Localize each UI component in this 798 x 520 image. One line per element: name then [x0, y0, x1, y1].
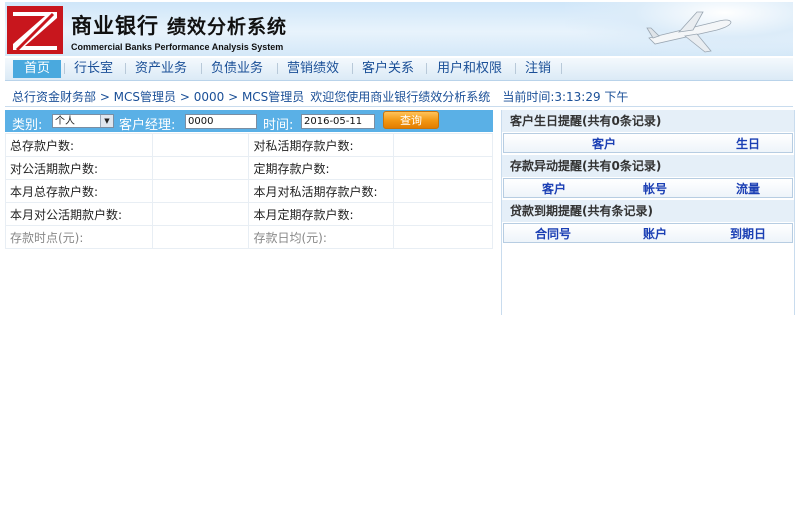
- stat-label: 本月对公活期款户数:: [5, 202, 153, 226]
- table-row: 对公活期款户数: 定期存款户数:: [5, 156, 493, 180]
- column-header-birthday: 生日: [736, 137, 761, 151]
- stat-label: 总存款户数:: [5, 133, 153, 157]
- current-time-value: 3:13:29 下午: [554, 90, 629, 104]
- column-header-due-date: 到期日: [730, 227, 767, 241]
- stat-label: 对公活期款户数:: [5, 156, 153, 180]
- current-time-label: 当前时间:: [502, 90, 555, 104]
- table-row: 总存款户数: 对私活期存款户数:: [5, 133, 493, 157]
- stat-label: 本月对私活期存款户数:: [248, 179, 395, 203]
- nav-separator: [201, 63, 202, 74]
- category-selected-value: 个人: [55, 116, 75, 127]
- divider: [5, 106, 793, 107]
- stat-value: [393, 156, 493, 180]
- stat-label: 本月定期存款户数:: [248, 202, 395, 226]
- manager-input[interactable]: 0000: [185, 114, 257, 129]
- bank-logo: [7, 6, 63, 54]
- column-header-account: 帐号: [643, 182, 668, 196]
- stat-label: 本月总存款户数:: [5, 179, 153, 203]
- header-banner: 商业银行 绩效分析系统 Commercial Banks Performance …: [5, 2, 793, 56]
- stat-value: [393, 225, 493, 249]
- date-input[interactable]: 2016-05-11: [301, 114, 375, 129]
- nav-separator: [352, 63, 353, 74]
- nav-separator: [515, 63, 516, 74]
- filter-bar: 类别: 个人 ▼ 客户经理: 0000 时间: 2016-05-11 查询: [5, 110, 493, 133]
- query-button[interactable]: 查询: [383, 111, 439, 129]
- table-row: 存款时点(元): 存款日均(元):: [5, 225, 493, 249]
- column-header-customer: 客户: [592, 137, 617, 151]
- reminder-panel: 客户生日提醒(共有0条记录) 客户 生日 存款异动提醒(共有0条记录) 客户 帐…: [501, 110, 795, 315]
- stat-value: [393, 179, 493, 203]
- chevron-down-icon[interactable]: ▼: [100, 115, 113, 127]
- time-label: 时间:: [263, 118, 294, 133]
- nav-logout[interactable]: 注销: [525, 60, 551, 78]
- table-row: 本月总存款户数: 本月对私活期存款户数:: [5, 179, 493, 203]
- app-title-english: Commercial Banks Performance Analysis Sy…: [71, 42, 284, 52]
- nav-president-office[interactable]: 行长室: [74, 60, 113, 78]
- stat-value: [151, 133, 250, 157]
- manager-label: 客户经理:: [119, 118, 176, 133]
- nav-liability-business[interactable]: 负债业务: [211, 60, 263, 78]
- stat-value: [151, 179, 250, 203]
- loan-reminder-title: 贷款到期提醒(共有条记录): [502, 200, 794, 222]
- app-subtitle: 绩效分析系统: [167, 16, 288, 38]
- stat-value: [151, 225, 250, 249]
- category-select[interactable]: 个人 ▼: [52, 114, 114, 128]
- column-header-account: 账户: [643, 227, 668, 241]
- stat-label: 存款日均(元):: [248, 225, 395, 249]
- nav-asset-business[interactable]: 资产业务: [135, 60, 187, 78]
- stat-value: [393, 202, 493, 226]
- loan-table-header: 合同号 账户 到期日: [503, 223, 793, 243]
- deposit-stats-table: 总存款户数: 对私活期存款户数: 对公活期款户数: 定期存款户数: 本月总存款户…: [5, 133, 493, 249]
- birthday-reminder-title: 客户生日提醒(共有0条记录): [502, 110, 794, 132]
- nav-users-permissions[interactable]: 用户和权限: [437, 60, 502, 78]
- nav-separator: [561, 63, 562, 74]
- welcome-text: 欢迎您使用商业银行绩效分析系统: [310, 90, 491, 104]
- stat-label: 存款时点(元):: [5, 225, 153, 249]
- nav-customer-relations[interactable]: 客户关系: [362, 60, 414, 78]
- deposit-reminder-title: 存款异动提醒(共有0条记录): [502, 155, 794, 177]
- main-nav: 首页 行长室 资产业务 负债业务 营销绩效 客户关系 用户和权限 注销: [5, 58, 793, 81]
- breadcrumb-path[interactable]: 总行资金财务部 > MCS管理员 > 0000 > MCS管理员: [12, 90, 304, 104]
- nav-separator: [426, 63, 427, 74]
- column-header-flow: 流量: [736, 182, 761, 196]
- category-label: 类别:: [12, 118, 43, 133]
- stat-value: [151, 156, 250, 180]
- breadcrumb: 总行资金财务部 > MCS管理员 > 0000 > MCS管理员 欢迎您使用商业银…: [12, 88, 628, 105]
- table-row: 本月对公活期款户数: 本月定期存款户数:: [5, 202, 493, 226]
- column-header-contract-no: 合同号: [535, 227, 572, 241]
- stat-label: 定期存款户数:: [248, 156, 395, 180]
- airplane-icon: [646, 11, 732, 53]
- stat-label: 对私活期存款户数:: [248, 133, 395, 157]
- stat-value: [393, 133, 493, 157]
- nav-home[interactable]: 首页: [13, 60, 61, 78]
- stat-value: [151, 202, 250, 226]
- nav-separator: [125, 63, 126, 74]
- birthday-table-header: 客户 生日: [503, 133, 793, 153]
- deposit-table-header: 客户 帐号 流量: [503, 178, 793, 198]
- app-title: 商业银行 绩效分析系统: [71, 14, 288, 38]
- nav-marketing-performance[interactable]: 营销绩效: [287, 60, 339, 78]
- column-header-customer: 客户: [542, 182, 567, 196]
- nav-separator: [64, 63, 65, 74]
- nav-separator: [277, 63, 278, 74]
